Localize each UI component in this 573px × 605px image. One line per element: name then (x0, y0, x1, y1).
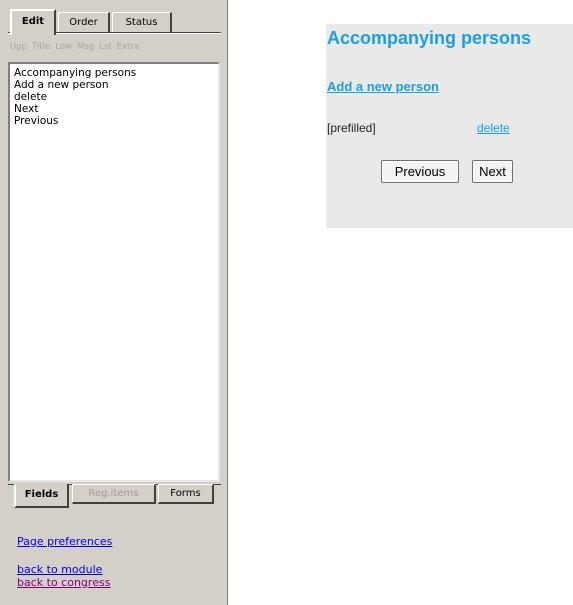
toolbar-title: Title (32, 42, 51, 52)
page-title: Accompanying persons (327, 28, 532, 48)
list-item[interactable]: Accompanying persons (14, 67, 214, 79)
list-item[interactable]: Add a new person (14, 79, 214, 91)
toolbar-low: Low (55, 42, 72, 52)
fields-list[interactable]: Accompanying persons Add a new person de… (8, 62, 220, 482)
tab-forms[interactable]: Forms (158, 484, 214, 504)
toolbar-msg: Msg (76, 42, 95, 52)
toolbar-extra: Extra (116, 42, 140, 52)
list-item[interactable]: Next (14, 103, 214, 115)
editor-panel: Edit Order Status Upp Title Low Msg Lst Extra… (0, 0, 228, 605)
add-person-link[interactable]: Add a new person (327, 79, 439, 94)
tab-edit[interactable]: Edit (10, 9, 56, 35)
form-preview: Accompanying persons Add a new person [p… (326, 24, 573, 228)
tab-reg-items: Reg.items (72, 484, 156, 504)
tab-status[interactable]: Status (112, 12, 172, 34)
list-item[interactable]: Previous (14, 115, 214, 127)
delete-link[interactable]: delete (477, 121, 510, 135)
list-item[interactable]: delete (14, 91, 214, 103)
back-to-congress-link[interactable]: back to congress (17, 576, 110, 589)
tab-order[interactable]: Order (58, 12, 110, 34)
prefilled-label: [prefilled] (327, 121, 376, 135)
toolbar-upp: Upp (10, 42, 28, 52)
tab-fields[interactable]: Fields (14, 484, 69, 508)
toolbar-lst: Lst (99, 42, 112, 52)
back-to-module-link[interactable]: back to module (17, 563, 102, 576)
page-preferences-link[interactable]: Page preferences (17, 535, 112, 548)
next-button[interactable]: Next (472, 160, 513, 183)
previous-button[interactable]: Previous (381, 160, 459, 183)
field-toolbar: Upp Title Low Msg Lst Extra (10, 42, 144, 52)
